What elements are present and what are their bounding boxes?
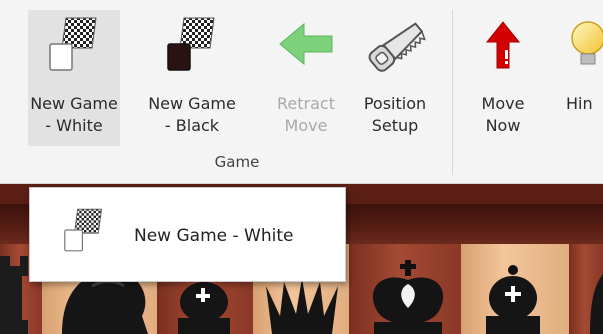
new-game-white-button[interactable]: New Game - White (28, 10, 120, 146)
tooltip-text: New Game - White (134, 226, 294, 246)
move-now-label-line1: Move (481, 94, 525, 113)
new-game-black-label-line1: New Game (148, 94, 236, 113)
lightbulb-icon (571, 21, 603, 65)
retract-move-label-line1: Retract (277, 94, 335, 113)
hint-button[interactable]: Hin (560, 10, 603, 146)
chessboard-white-piece-icon (64, 208, 103, 252)
black-king-icon[interactable] (366, 258, 450, 334)
retract-move-button[interactable]: Retract Move (265, 10, 347, 146)
black-queen-icon[interactable] (262, 276, 342, 334)
black-rook-icon[interactable] (0, 250, 30, 334)
chessboard-white-piece-icon (49, 17, 97, 71)
game-group-label: Game (214, 153, 260, 171)
new-game-white-label-line1: New Game (30, 94, 118, 113)
move-now-label-line2: Now (485, 116, 521, 135)
position-setup-button[interactable]: Position Setup (350, 10, 440, 146)
retract-move-label-line2: Move (284, 116, 328, 135)
position-setup-label-line1: Position (363, 94, 427, 113)
black-knight-icon[interactable] (584, 270, 603, 334)
new-game-black-button[interactable]: New Game - Black (144, 10, 240, 146)
saw-icon (368, 22, 426, 72)
ribbon: New Game - White New Game - Black Retrac… (0, 0, 603, 184)
new-game-black-label-line2: - Black (164, 116, 220, 135)
chessboard-black-piece-icon (167, 17, 215, 71)
green-left-arrow-icon (279, 22, 333, 66)
black-bishop-icon[interactable] (476, 264, 550, 334)
red-up-arrow-icon (485, 21, 521, 69)
position-setup-label-line2: Setup (371, 116, 419, 135)
move-now-button[interactable]: Move Now (466, 10, 540, 146)
tooltip: New Game - White (29, 187, 346, 282)
group-separator (452, 10, 453, 175)
new-game-white-label-line2: - White (45, 116, 103, 135)
hint-label-line1: Hin (566, 94, 593, 113)
